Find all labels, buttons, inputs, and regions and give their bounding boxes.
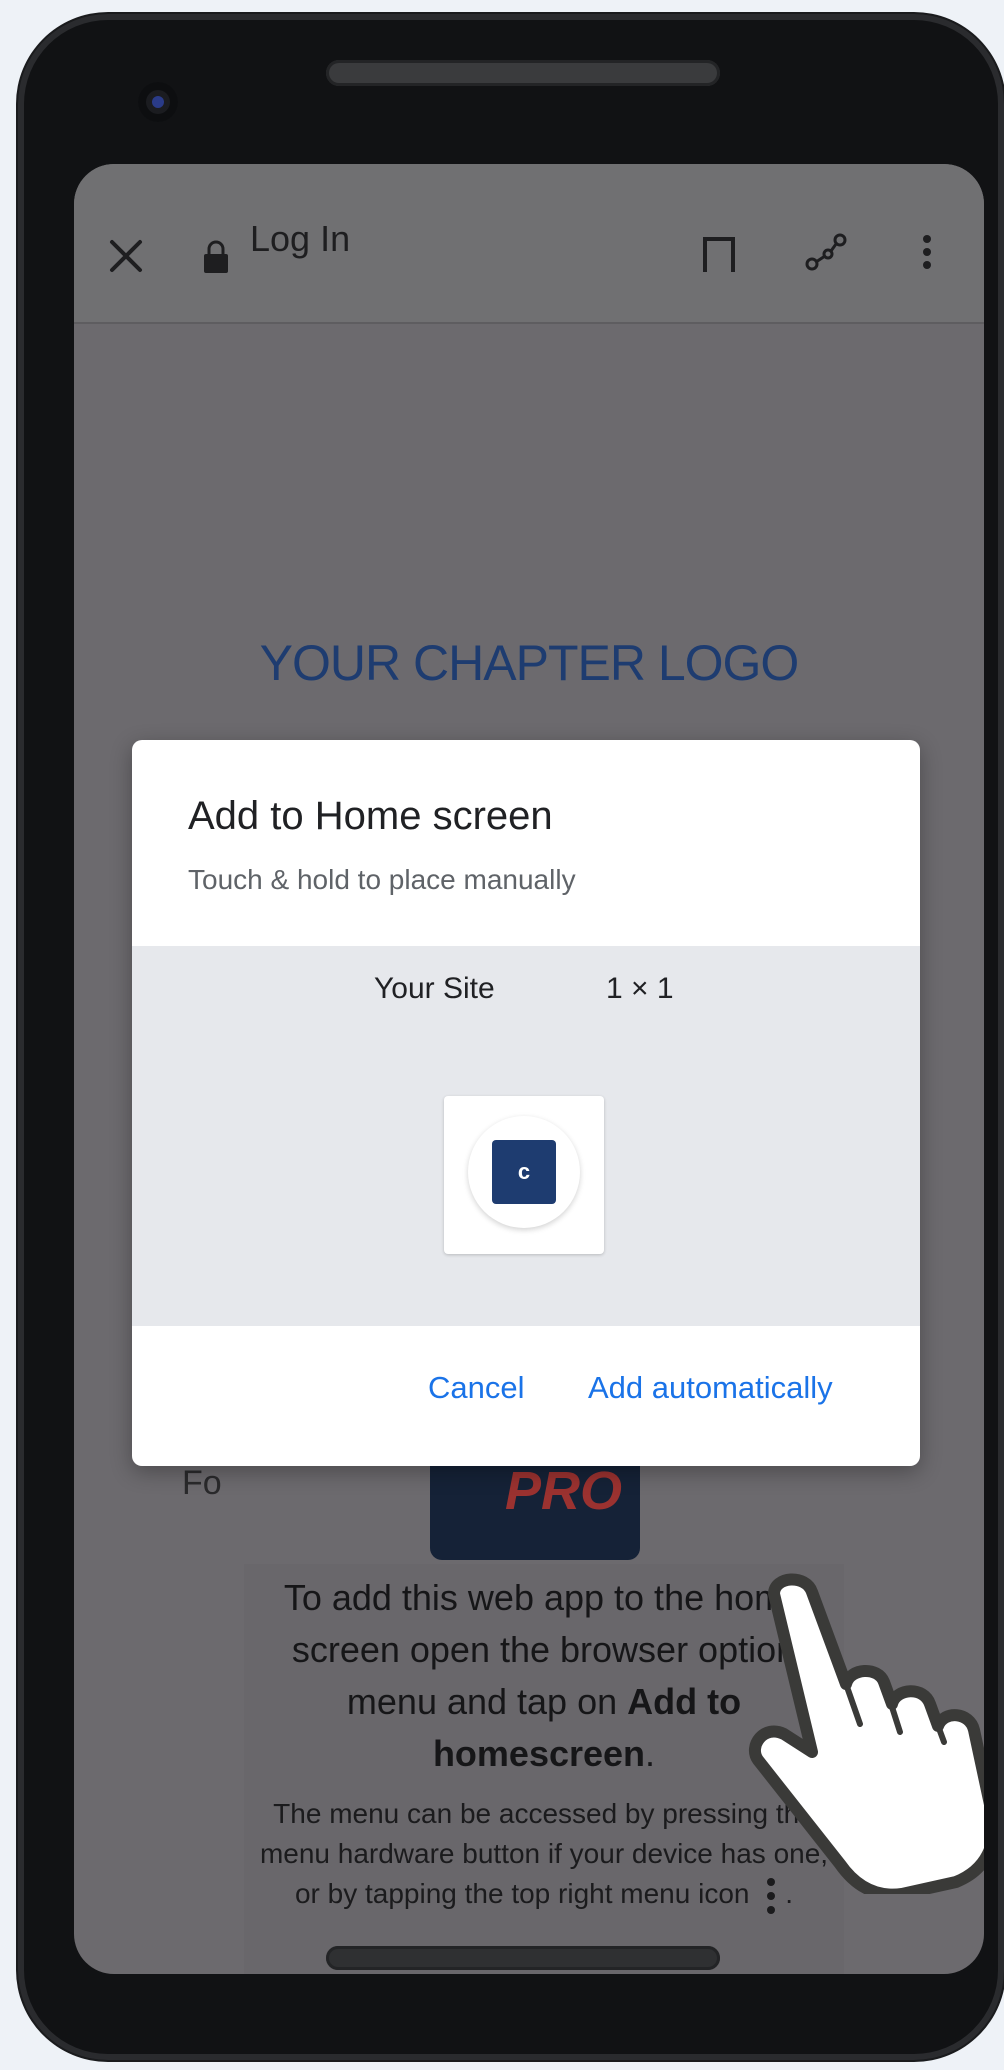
bottom-speaker (326, 1946, 720, 1970)
dialog-subtitle: Touch & hold to place manually (188, 864, 576, 895)
share-icon[interactable] (804, 232, 848, 272)
front-camera (138, 82, 178, 122)
page-title: Log In (250, 218, 351, 259)
browser-toolbar: Log In (74, 164, 984, 324)
pointing-hand-icon (748, 1573, 984, 1894)
chapter-logo: YOUR CHAPTER LOGO (259, 635, 800, 691)
close-icon[interactable] (108, 238, 144, 274)
site-size: 1 × 1 (606, 972, 674, 1005)
bookmark-icon[interactable] (702, 236, 736, 272)
cancel-button[interactable]: Cancel (428, 1370, 525, 1406)
phone-frame: Log In YOUR CHAPTER LOGO Fo PRO To add t… (18, 14, 1004, 2060)
lock-icon (204, 240, 228, 273)
shortcut-icon-tile[interactable]: c (444, 1096, 604, 1254)
app-promo-image: PRO (430, 1454, 640, 1560)
add-automatically-button[interactable]: Add automatically (588, 1370, 833, 1406)
phone-screen: Log In YOUR CHAPTER LOGO Fo PRO To add t… (74, 164, 984, 1974)
add-to-home-dialog: Add to Home screen Touch & hold to place… (132, 740, 920, 1466)
shortcut-preview: Your Site 1 × 1 c (132, 946, 920, 1326)
more-vertical-icon[interactable] (920, 234, 934, 270)
dialog-title: Add to Home screen (188, 794, 553, 838)
pro-label: PRO (504, 1461, 622, 1521)
app-icon-letter: c (492, 1140, 556, 1204)
site-name: Your Site (374, 972, 495, 1005)
app-icon: c (468, 1116, 580, 1228)
instructions-period: . (645, 1733, 656, 1774)
partial-text: Fo (182, 1464, 222, 1502)
earpiece-speaker (326, 60, 720, 86)
